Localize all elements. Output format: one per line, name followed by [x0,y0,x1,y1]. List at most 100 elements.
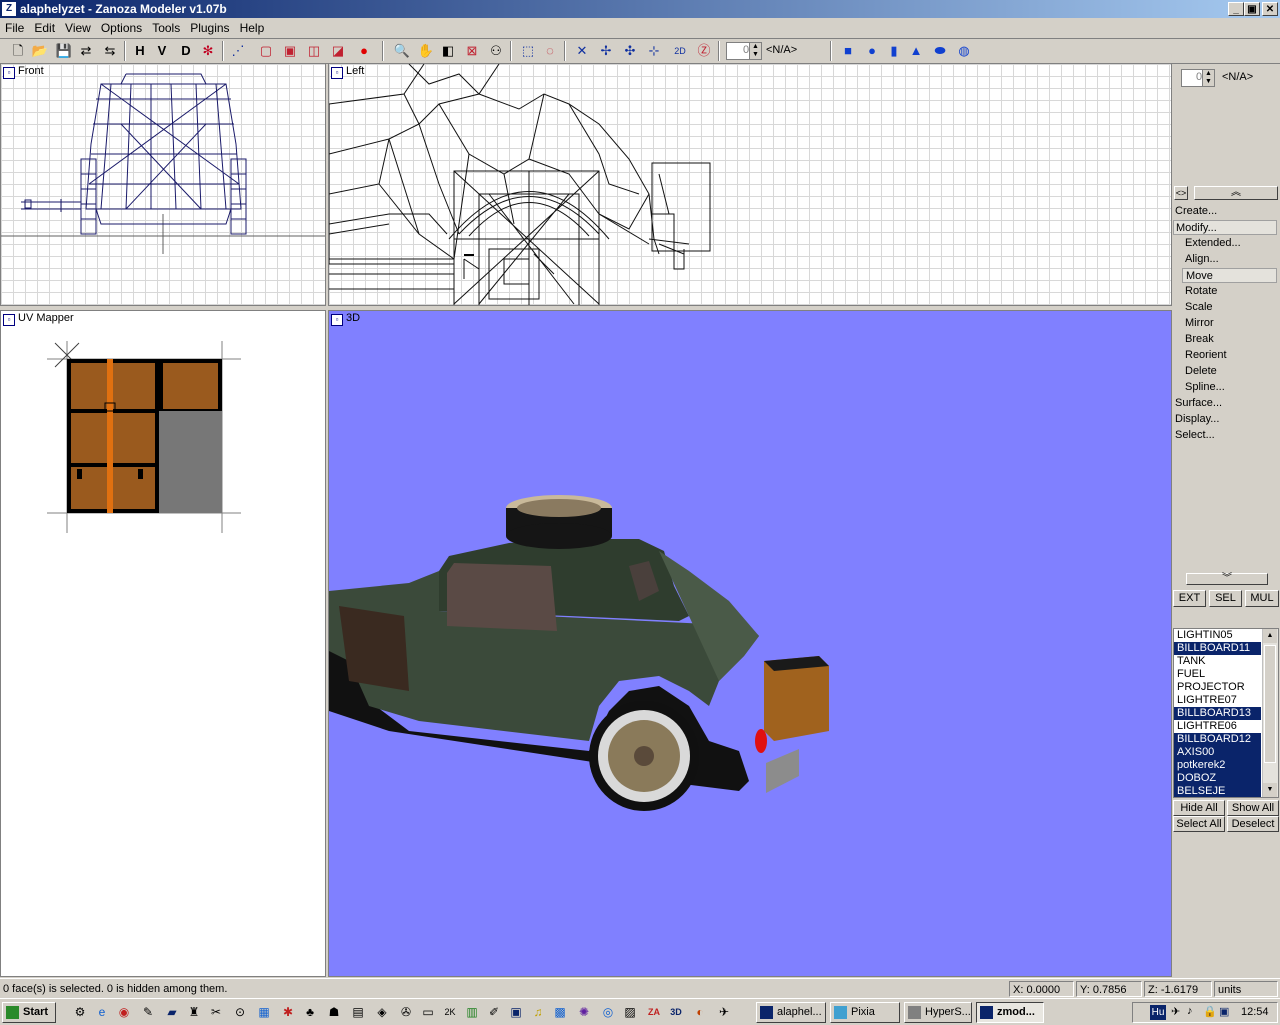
tray-icon[interactable]: ▣ [1219,1005,1229,1018]
menu-view[interactable]: View [60,18,96,38]
quicklaunch-icon[interactable]: ◎ [600,1004,616,1020]
disc-primitive-icon[interactable]: ⬬ [930,41,950,61]
list-item[interactable]: AXIS00 [1174,746,1261,759]
menu-display[interactable]: Display... [1175,412,1219,427]
sphere-render-icon[interactable]: ● [354,41,374,61]
menu-reorient[interactable]: Reorient [1185,348,1227,363]
save-icon[interactable]: 💾 [54,41,74,61]
scroll-up-chevron-icon[interactable]: ︽ [1194,186,1278,200]
menu-plugins[interactable]: Plugins [185,18,234,38]
visible-toggle[interactable]: V [152,41,172,61]
quicklaunch-icon[interactable]: ▭ [420,1004,436,1020]
object-list[interactable]: LIGHTIN05 BILLBOARD11 TANK FUEL PROJECTO… [1173,628,1279,798]
tray-icon[interactable]: 🔒 [1203,1005,1217,1018]
cone-primitive-icon[interactable]: ▲ [906,41,926,61]
volume-icon[interactable]: ♪ [1187,1005,1193,1017]
circle-select-icon[interactable]: ◌ [540,41,560,61]
quicklaunch-icon[interactable]: 2K [442,1004,458,1020]
quicklaunch-icon[interactable]: ✇ [398,1004,414,1020]
task-button[interactable]: alaphel... [756,1002,826,1023]
quicklaunch-icon[interactable]: ▤ [350,1004,366,1020]
list-item[interactable]: BELSEJE [1174,785,1261,797]
show-all-button[interactable]: Show All [1227,800,1279,816]
quicklaunch-icon[interactable]: 3D [668,1004,684,1020]
minimize-button[interactable]: _ [1228,2,1244,16]
list-item[interactable]: potkerek2 [1174,759,1261,772]
ext-button[interactable]: EXT [1173,590,1206,607]
zoom-extents-icon[interactable]: ⊠ [462,41,482,61]
front-viewport[interactable]: ▫ Front [0,63,326,306]
ie-icon[interactable]: e [94,1004,110,1020]
list-item[interactable]: BILLBOARD13 [1174,707,1261,720]
spinner-arrows-icon[interactable]: ▲ ▼ [1202,70,1214,86]
quicklaunch-icon[interactable]: ✂ [208,1004,224,1020]
menu-break[interactable]: Break [1185,332,1214,347]
maximize-button[interactable]: ▣ [1244,2,1260,16]
new-file-icon[interactable]: 🗋 [8,41,28,61]
cube-face-icon[interactable]: ◫ [304,41,324,61]
list-item[interactable]: BILLBOARD12 [1174,733,1261,746]
quicklaunch-icon[interactable]: ⊙ [232,1004,248,1020]
texture-icon[interactable]: ✻ [198,41,218,61]
quicklaunch-icon[interactable]: ◈ [374,1004,390,1020]
viewport-menu-icon[interactable]: ▫ [3,314,15,326]
list-item[interactable]: DOBOZ [1174,772,1261,785]
list-item[interactable]: LIGHTRE06 [1174,720,1261,733]
hide-toggle[interactable]: H [130,41,150,61]
move-axis-icon[interactable]: ✢ [596,41,616,61]
menu-mirror[interactable]: Mirror [1185,316,1214,331]
tray-icon[interactable]: ✈ [1171,1005,1180,1018]
quicklaunch-icon[interactable]: ⚙ [72,1004,88,1020]
menu-rotate[interactable]: Rotate [1185,284,1217,299]
list-item[interactable]: BILLBOARD11 [1174,642,1261,655]
menu-edit[interactable]: Edit [29,18,60,38]
quicklaunch-icon[interactable]: ZA [646,1004,662,1020]
menu-extended[interactable]: Extended... [1185,236,1241,251]
quicklaunch-icon[interactable]: ✐ [486,1004,502,1020]
quicklaunch-icon[interactable]: ✱ [280,1004,296,1020]
task-button[interactable]: HyperS... [904,1002,972,1023]
menu-select[interactable]: Select... [1175,428,1215,443]
hide-all-button[interactable]: Hide All [1173,800,1225,816]
quicklaunch-icon[interactable]: ◉ [116,1004,132,1020]
quicklaunch-icon[interactable]: ✎ [140,1004,156,1020]
panel-spinner[interactable]: 0 ▲ ▼ [1181,69,1215,87]
torus-primitive-icon[interactable]: ◍ [954,41,974,61]
quicklaunch-icon[interactable]: ▩ [552,1004,568,1020]
quicklaunch-icon[interactable]: ▥ [464,1004,480,1020]
zoom-icon[interactable]: 🔍 [392,41,412,61]
mul-button[interactable]: MUL [1245,590,1279,607]
list-scrollbar[interactable]: ▲ ▼ [1262,629,1278,797]
z-icon[interactable]: Ⓩ [694,41,714,61]
task-button[interactable]: Pixia [830,1002,900,1023]
menu-delete[interactable]: Delete [1185,364,1217,379]
cube-edge-icon[interactable]: ▣ [280,41,300,61]
menu-modify[interactable]: Modify... [1173,220,1277,235]
quicklaunch-icon[interactable]: ▦ [256,1004,272,1020]
import-icon[interactable]: ⇄ [76,41,96,61]
open-folder-icon[interactable]: 📂 [30,41,50,61]
axis-icon[interactable]: ✕ [572,41,592,61]
2d-3d-icon[interactable]: 2D [670,41,690,61]
scroll-down-arrow-icon[interactable]: ▼ [1263,783,1277,797]
menu-spline[interactable]: Spline... [1185,380,1225,395]
material-field[interactable]: <N/A> [766,44,797,56]
close-button[interactable]: ✕ [1262,2,1278,16]
quicklaunch-icon[interactable]: ♫ [530,1004,546,1020]
start-button[interactable]: Start [2,1002,56,1023]
clock[interactable]: 12:54 [1241,1006,1269,1018]
panel-toggle-icon[interactable]: <> [1174,186,1188,200]
spinner-arrows-icon[interactable]: ▲ ▼ [749,43,761,59]
box-primitive-icon[interactable]: ■ [838,41,858,61]
menu-scale[interactable]: Scale [1185,300,1213,315]
cube-wire-icon[interactable]: ▢ [256,41,276,61]
app-icon[interactable]: Z [2,2,16,16]
camera-icon[interactable]: ⚇ [486,41,506,61]
menu-align[interactable]: Align... [1185,252,1219,267]
quicklaunch-icon[interactable]: ▨ [622,1004,638,1020]
scroll-down-chevron-icon[interactable]: ︾ [1186,573,1268,585]
box-icon[interactable]: ◧ [438,41,458,61]
language-indicator[interactable]: Hu [1150,1005,1166,1020]
rotate-axis-icon[interactable]: ✣ [620,41,640,61]
cube-solid-icon[interactable]: ◪ [328,41,348,61]
